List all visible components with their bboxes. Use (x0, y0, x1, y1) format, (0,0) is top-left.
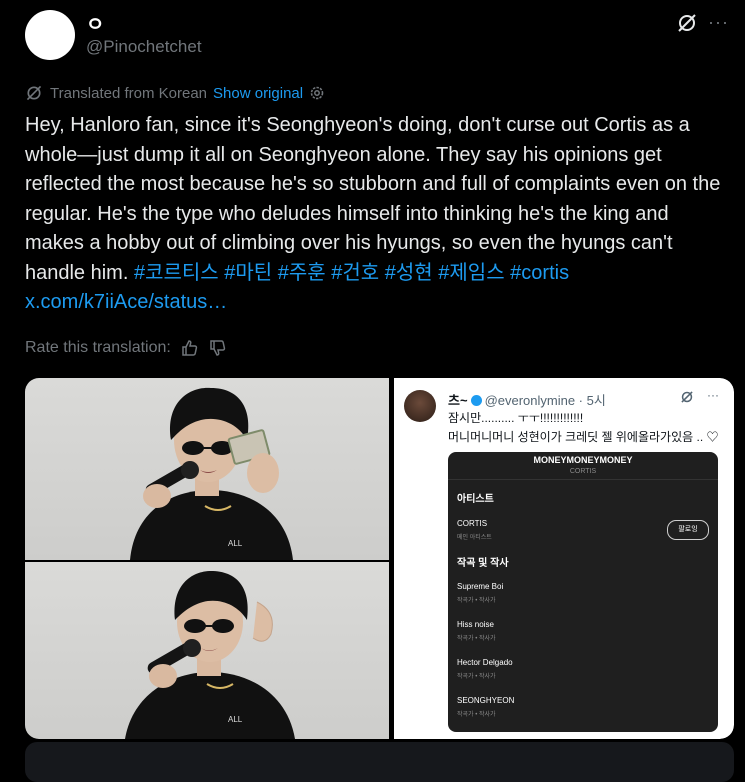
screenshot-name: 츠~ (448, 393, 468, 408)
hashtag[interactable]: #주훈 (278, 262, 326, 284)
translated-label: Translated from Korean (50, 84, 208, 102)
status-link[interactable]: x.com/k7iiAce/status… (25, 291, 227, 313)
author-avatar[interactable] (25, 10, 75, 60)
photo-bottom[interactable]: ALL (25, 562, 389, 739)
screenshot-handle: @everonlymine · 5시 (484, 393, 606, 408)
more-icon: ··· (707, 388, 719, 402)
gear-icon[interactable] (309, 85, 325, 101)
screenshot-image[interactable]: 츠~ @everonlymine · 5시 ··· 잠시만.......... ㅜ… (394, 378, 734, 739)
credits-heading: 작곡 및 작사 (457, 558, 509, 569)
song-artist: CORTIS (569, 468, 597, 475)
artist-role: 메인 아티스트 (457, 535, 492, 541)
photo-top[interactable]: ALL (25, 378, 389, 560)
grok-slash-icon[interactable] (676, 12, 698, 34)
tweet-text: Hey, Hanloro fan, since it's Seonghyeon'… (25, 111, 730, 318)
media-grid: ALL ALL 츠~ @everonlymine · 5시 ··· 잠시만...… (25, 378, 734, 739)
follow-button: 팔로잉 (667, 520, 709, 540)
screenshot-text-line: 머니머니머니 성현이가 크레딧 젤 위에올라가있음 .. ♡ (448, 430, 719, 444)
artist-heading: 아티스트 (457, 494, 494, 505)
person-figure-illustration: ALL (130, 387, 293, 560)
rate-translation-row: Rate this translation: (25, 337, 227, 359)
song-title: MONEYMONEYMONEY (533, 455, 633, 465)
tweet-body: Hey, Hanloro fan, since it's Seonghyeon'… (25, 114, 721, 284)
credit-name: Hector Delgado (457, 658, 513, 667)
hashtag[interactable]: #코르티스 (134, 262, 219, 284)
author-name[interactable]: ㅇ (86, 8, 104, 37)
screenshot-author: 츠~ @everonlymine · 5시 (448, 390, 606, 409)
thumbs-down-icon[interactable] (209, 339, 227, 357)
shirt-text: ALL (228, 539, 243, 548)
artist-name: CORTIS (457, 519, 488, 528)
screenshot-text-line: 잠시만.......... ㅜㅜ!!!!!!!!!!!!! (448, 411, 584, 425)
rate-label: Rate this translation: (25, 339, 171, 356)
quoted-post-card[interactable] (25, 742, 734, 782)
person-figure-illustration: ALL (125, 570, 295, 739)
credit-role: 작곡가 • 작사가 (457, 674, 496, 680)
author-handle[interactable]: @Pinochetchet (86, 37, 202, 57)
credit-role: 작곡가 • 작사가 (457, 712, 496, 718)
show-original-link[interactable]: Show original (213, 85, 303, 102)
hashtag[interactable]: #성현 (385, 262, 433, 284)
grok-slash-icon (681, 391, 693, 403)
hashtag[interactable]: #cortis (510, 262, 569, 284)
screenshot-avatar (404, 390, 436, 422)
credit-role: 작곡가 • 작사가 (457, 636, 496, 642)
hashtag[interactable]: #마틴 (224, 262, 272, 284)
translation-row: Translated from Korean Show original (25, 82, 332, 104)
translate-slash-icon (26, 85, 42, 101)
verified-badge-icon (470, 395, 482, 406)
thumbs-up-icon[interactable] (181, 339, 199, 357)
hashtag[interactable]: #건호 (331, 262, 379, 284)
more-icon[interactable]: ··· (708, 12, 729, 33)
credit-name: SEONGHYEON (457, 696, 515, 705)
shirt-text: ALL (228, 715, 243, 724)
credits-card: MONEYMONEYMONEY CORTIS 아티스트 CORTIS 메인 아티… (448, 452, 718, 732)
credit-name: Supreme Boi (457, 582, 504, 591)
divider (448, 479, 718, 480)
credit-role: 작곡가 • 작사가 (457, 598, 496, 604)
hashtag[interactable]: #제임스 (438, 262, 504, 284)
credit-name: Hiss noise (457, 620, 494, 629)
